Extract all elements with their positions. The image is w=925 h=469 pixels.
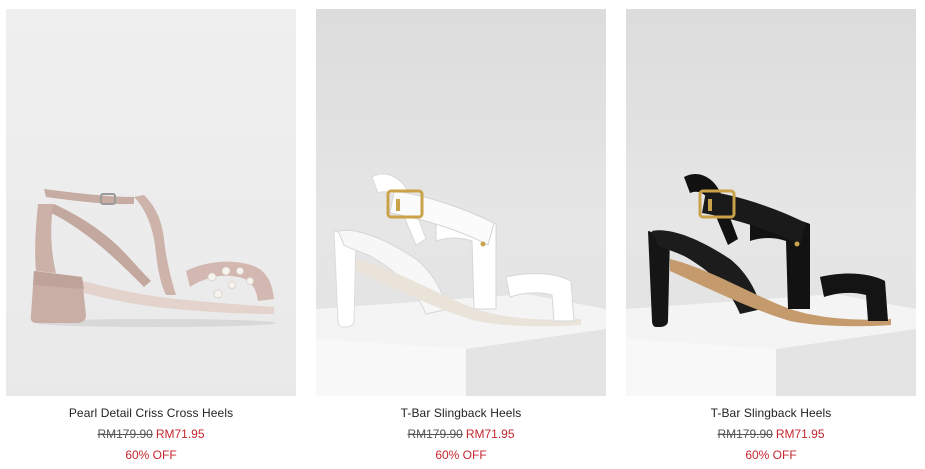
- sale-price: RM71.95: [465, 427, 515, 441]
- original-price: RM179.90: [407, 427, 463, 441]
- original-price: RM179.90: [717, 427, 773, 441]
- sale-price: RM71.95: [155, 427, 205, 441]
- pearl-heel-sandal-icon: [30, 189, 276, 327]
- price-row: RM179.90 RM71.95: [316, 427, 606, 441]
- discount-label: 60% OFF: [125, 448, 177, 462]
- product-name[interactable]: Pearl Detail Criss Cross Heels: [6, 406, 296, 420]
- product-info: T-Bar Slingback Heels RM179.90 RM71.95 60…: [626, 396, 916, 462]
- product-info: T-Bar Slingback Heels RM179.90 RM71.95 60…: [316, 396, 606, 462]
- product-card[interactable]: T-Bar Slingback Heels RM179.90 RM71.95 60…: [316, 9, 606, 462]
- product-card[interactable]: Pearl Detail Criss Cross Heels RM179.90 R…: [6, 9, 296, 462]
- black-tbar-sandal-icon: [626, 173, 916, 396]
- product-card[interactable]: T-Bar Slingback Heels RM179.90 RM71.95 60…: [626, 9, 916, 462]
- product-image[interactable]: [6, 9, 296, 396]
- product-grid: Pearl Detail Criss Cross Heels RM179.90 R…: [0, 0, 925, 469]
- discount-label: 60% OFF: [745, 448, 797, 462]
- original-price: RM179.90: [97, 427, 153, 441]
- price-row: RM179.90 RM71.95: [626, 427, 916, 441]
- discount-label: 60% OFF: [435, 448, 487, 462]
- white-tbar-sandal-icon: [316, 173, 606, 396]
- product-name[interactable]: T-Bar Slingback Heels: [626, 406, 916, 420]
- product-info: Pearl Detail Criss Cross Heels RM179.90 R…: [6, 396, 296, 462]
- product-image[interactable]: [626, 9, 916, 396]
- price-row: RM179.90 RM71.95: [6, 427, 296, 441]
- product-image[interactable]: [316, 9, 606, 396]
- product-name[interactable]: T-Bar Slingback Heels: [316, 406, 606, 420]
- sale-price: RM71.95: [775, 427, 825, 441]
